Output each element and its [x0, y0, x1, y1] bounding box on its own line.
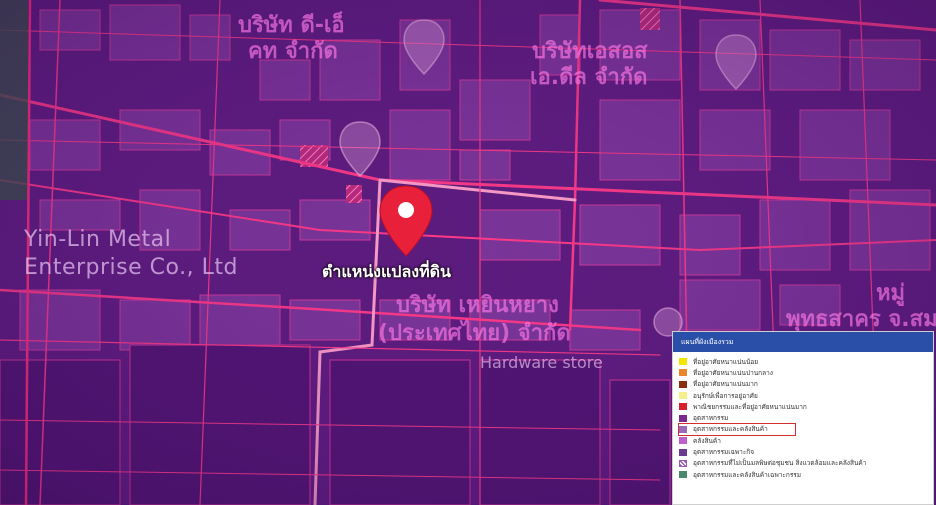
legend-swatch	[679, 380, 687, 388]
legend-swatch	[679, 448, 687, 456]
legend-item: อุตสาหกรรมและคลังสินค้าเฉพาะกรรม	[679, 469, 933, 480]
legend-item: ที่อยู่อาศัยหนาแน่นปานกลาง	[679, 367, 933, 378]
poi-label-hardware-store: Hardware store	[480, 353, 603, 372]
poi-label-yinlin: Enterprise Co., Ltd	[24, 255, 238, 280]
poi-label-company-top: คท จำกัด	[248, 39, 338, 64]
legend-item: อุตสาหกรรม	[679, 412, 933, 423]
legend-item-highlighted: อุตสาหกรรมและคลังสินค้า	[678, 422, 796, 437]
legend-list: ที่อยู่อาศัยหนาแน่นน้อย ที่อยู่อาศัยหนาแ…	[673, 352, 933, 480]
legend-swatch	[679, 392, 687, 400]
poi-label-company-bottom: บริษัท เหยินหยาง	[396, 293, 559, 318]
map-legend: แผนที่ผังเมืองรวม ที่อยู่อาศัยหนาแน่นน้อ…	[672, 331, 934, 505]
poi-label-company-mid: เอ.ดีล จำกัด	[530, 65, 648, 90]
legend-item: ที่อยู่อาศัยหนาแน่นมาก	[679, 379, 933, 390]
legend-item: อุตสาหกรรมเฉพาะกิจ	[679, 446, 933, 457]
poi-label-company-mid: บริษัทเอสอส	[532, 39, 648, 64]
poi-label-company-top: บริษัท ดี-เอ็	[238, 13, 345, 38]
legend-swatch	[679, 358, 687, 366]
poi-label-company-bottom: (ประเทศไทย) จำกัด	[378, 321, 571, 346]
poi-label-yinlin: Yin-Lin Metal	[24, 227, 172, 252]
legend-swatch	[679, 437, 687, 445]
legend-swatch	[679, 369, 687, 377]
legend-item: คลังสินค้า	[679, 435, 933, 446]
legend-item: อนุรักษ์เพื่อการอยู่อาศัย	[679, 390, 933, 401]
legend-item: พาณิชยกรรมและที่อยู่อาศัยหนาแน่นมาก	[679, 401, 933, 412]
legend-item: อุตสาหกรรมที่ไม่เป็นมลพิษต่อชุมชน สิ่งแว…	[679, 458, 933, 469]
legend-swatch	[679, 425, 687, 433]
plot-location-label: ตำแหน่งแปลงที่ดิน	[322, 262, 451, 281]
poi-label-right-edge: หมู่	[876, 281, 906, 306]
legend-item: ที่อยู่อาศัยหนาแน่นน้อย	[679, 356, 933, 367]
legend-title: แผนที่ผังเมืองรวม	[673, 332, 933, 352]
poi-label-right-edge: พุทธสาคร จ.สม	[786, 307, 936, 332]
legend-swatch	[679, 471, 687, 479]
legend-swatch	[679, 403, 687, 411]
legend-swatch	[679, 414, 687, 422]
legend-swatch	[679, 459, 687, 467]
